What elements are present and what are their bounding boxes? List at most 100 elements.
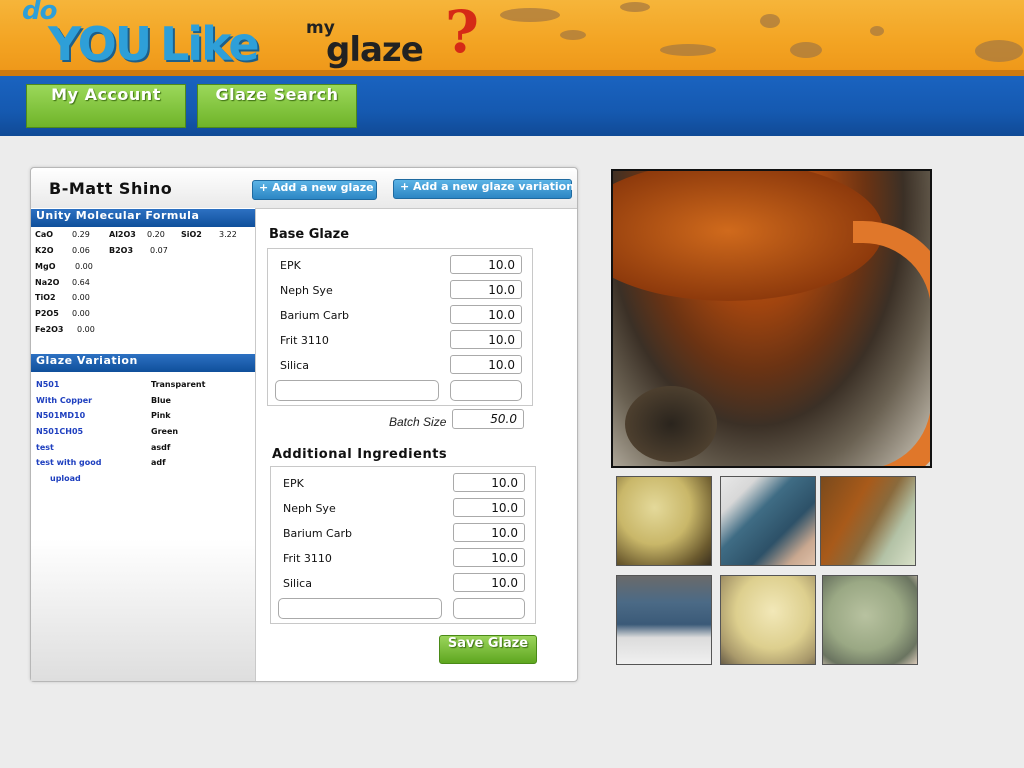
oxide-label: SiO2 <box>181 230 202 239</box>
oxide-label: MgO <box>35 262 56 271</box>
oxide-label: Na2O <box>35 278 60 287</box>
glaze-search-button[interactable]: Glaze Search <box>197 84 357 128</box>
ingredient-name: Barium Carb <box>280 309 349 322</box>
variation-color: Pink <box>151 411 171 421</box>
ingredient-name: Neph Sye <box>280 284 333 297</box>
glaze-thumbnail[interactable] <box>822 575 918 665</box>
variation-name-link[interactable]: With Copper <box>36 396 92 405</box>
mug-handle <box>853 221 930 466</box>
site-banner: do YOU Like my glaze ? <box>0 0 1024 76</box>
variation-color: Green <box>151 427 179 437</box>
new-ingredient-row <box>268 378 532 403</box>
new-ingredient-amount-input[interactable] <box>450 380 522 401</box>
oxide-label: K2O <box>35 246 54 255</box>
logo-like: Like <box>160 17 260 71</box>
add-glaze-variation-button[interactable]: + Add a new glaze variation <box>393 179 574 199</box>
ingredient-name: Frit 3110 <box>283 552 332 565</box>
glaze-variation-header: Glaze Variation <box>31 354 255 372</box>
variation-name-link[interactable]: N501 <box>36 380 59 389</box>
add-new-glaze-button[interactable]: + Add a new glaze <box>252 180 377 200</box>
batch-size-input[interactable]: 50.0 <box>452 409 524 429</box>
variation-list: N501 Transparent With Copper Blue N501MD… <box>36 380 251 490</box>
paint-splatter <box>790 42 822 58</box>
variation-row[interactable]: With Copper Blue <box>36 396 251 412</box>
paint-splatter <box>870 26 884 36</box>
save-glaze-button[interactable]: Save Glaze <box>439 635 537 664</box>
ingredient-amount-input[interactable]: 10.0 <box>450 330 522 349</box>
ingredient-amount-input[interactable]: 10.0 <box>453 473 525 492</box>
main-glaze-photo <box>611 169 932 468</box>
ingredient-amount-input[interactable]: 10.0 <box>453 573 525 592</box>
oxide-value: 0.20 <box>147 230 165 239</box>
glaze-thumbnail[interactable] <box>616 575 712 665</box>
ingredient-amount-input[interactable]: 10.0 <box>453 548 525 567</box>
panel-header: B-Matt Shino + Add a new glaze + Add a n… <box>31 168 577 209</box>
batch-size-label: Batch Size <box>389 415 447 429</box>
variation-row[interactable]: N501 Transparent <box>36 380 251 396</box>
additional-ingredients-table: EPK 10.0 Neph Sye 10.0 Barium Carb 10.0 … <box>270 466 536 624</box>
oxide-label: B2O3 <box>109 246 134 255</box>
variation-color: adf <box>151 458 166 468</box>
ingredient-row: Silica 10.0 <box>271 571 535 596</box>
my-account-button[interactable]: My Account <box>26 84 186 128</box>
glaze-panel: B-Matt Shino + Add a new glaze + Add a n… <box>30 167 578 682</box>
variation-name-link[interactable]: test <box>36 443 54 452</box>
oxide-value: 3.22 <box>219 230 237 239</box>
ingredient-name: Barium Carb <box>283 527 352 540</box>
glaze-thumbnail[interactable] <box>820 476 916 566</box>
ingredient-row: Silica 10.0 <box>268 353 532 378</box>
variation-row[interactable]: test asdf <box>36 443 251 459</box>
ingredient-name: EPK <box>280 259 301 272</box>
paint-splatter <box>620 2 650 12</box>
new-ingredient-row <box>271 596 535 621</box>
oxide-value: 0.00 <box>72 293 90 302</box>
additional-ingredients-title: Additional Ingredients <box>272 447 448 462</box>
main-nav: My Account Glaze Search <box>0 76 1024 136</box>
glaze-sidebar: Unity Molecular Formula CaO 0.29 Al2O3 0… <box>31 208 256 681</box>
oxide-label: CaO <box>35 230 54 239</box>
upload-link[interactable]: upload <box>50 474 81 483</box>
variation-color: Transparent <box>151 380 206 389</box>
logo-glaze: glaze <box>326 30 424 70</box>
ingredient-amount-input[interactable]: 10.0 <box>450 355 522 374</box>
ingredient-amount-input[interactable]: 10.0 <box>453 523 525 542</box>
variation-row[interactable]: upload <box>36 474 251 490</box>
variation-row[interactable]: N501CH05 Green <box>36 427 251 443</box>
variation-name-link[interactable]: N501CH05 <box>36 427 83 436</box>
base-glaze-table: EPK 10.0 Neph Sye 10.0 Barium Carb 10.0 … <box>267 248 533 406</box>
ingredient-amount-input[interactable]: 10.0 <box>450 255 522 274</box>
ingredient-row: Barium Carb 10.0 <box>271 521 535 546</box>
oxide-value: 0.06 <box>72 246 90 255</box>
ingredient-row: Barium Carb 10.0 <box>268 303 532 328</box>
logo-question-mark: ? <box>445 0 479 66</box>
oxide-value: 0.29 <box>72 230 90 239</box>
ingredient-name: Silica <box>283 577 312 590</box>
variation-name-link[interactable]: N501MD10 <box>36 411 85 420</box>
new-ingredient-name-input[interactable] <box>275 380 439 401</box>
glaze-thumbnail[interactable] <box>720 476 816 566</box>
oxide-value: 0.07 <box>150 246 168 255</box>
oxide-label: TiO2 <box>35 293 56 302</box>
ingredient-amount-input[interactable]: 10.0 <box>453 498 525 517</box>
paint-splatter <box>500 8 560 22</box>
ingredient-amount-input[interactable]: 10.0 <box>450 280 522 299</box>
glaze-thumbnail[interactable] <box>616 476 712 566</box>
ingredient-amount-input[interactable]: 10.0 <box>450 305 522 324</box>
logo-you: YOU <box>48 17 152 71</box>
mug-knob <box>625 386 717 462</box>
oxide-label: Al2O3 <box>109 230 136 239</box>
oxide-label: P2O5 <box>35 309 59 318</box>
new-ingredient-amount-input[interactable] <box>453 598 525 619</box>
paint-splatter <box>560 30 586 40</box>
ingredient-row: Neph Sye 10.0 <box>268 278 532 303</box>
glaze-thumbnail[interactable] <box>720 575 816 665</box>
paint-splatter <box>975 40 1023 62</box>
ingredient-row: Neph Sye 10.0 <box>271 496 535 521</box>
oxide-value: 0.00 <box>75 262 93 271</box>
variation-row[interactable]: test with good adf <box>36 458 251 474</box>
variation-name-link[interactable]: test with good <box>36 458 102 467</box>
new-ingredient-name-input[interactable] <box>278 598 442 619</box>
ingredient-row: EPK 10.0 <box>271 471 535 496</box>
mug-rim <box>613 171 883 301</box>
variation-row[interactable]: N501MD10 Pink <box>36 411 251 427</box>
